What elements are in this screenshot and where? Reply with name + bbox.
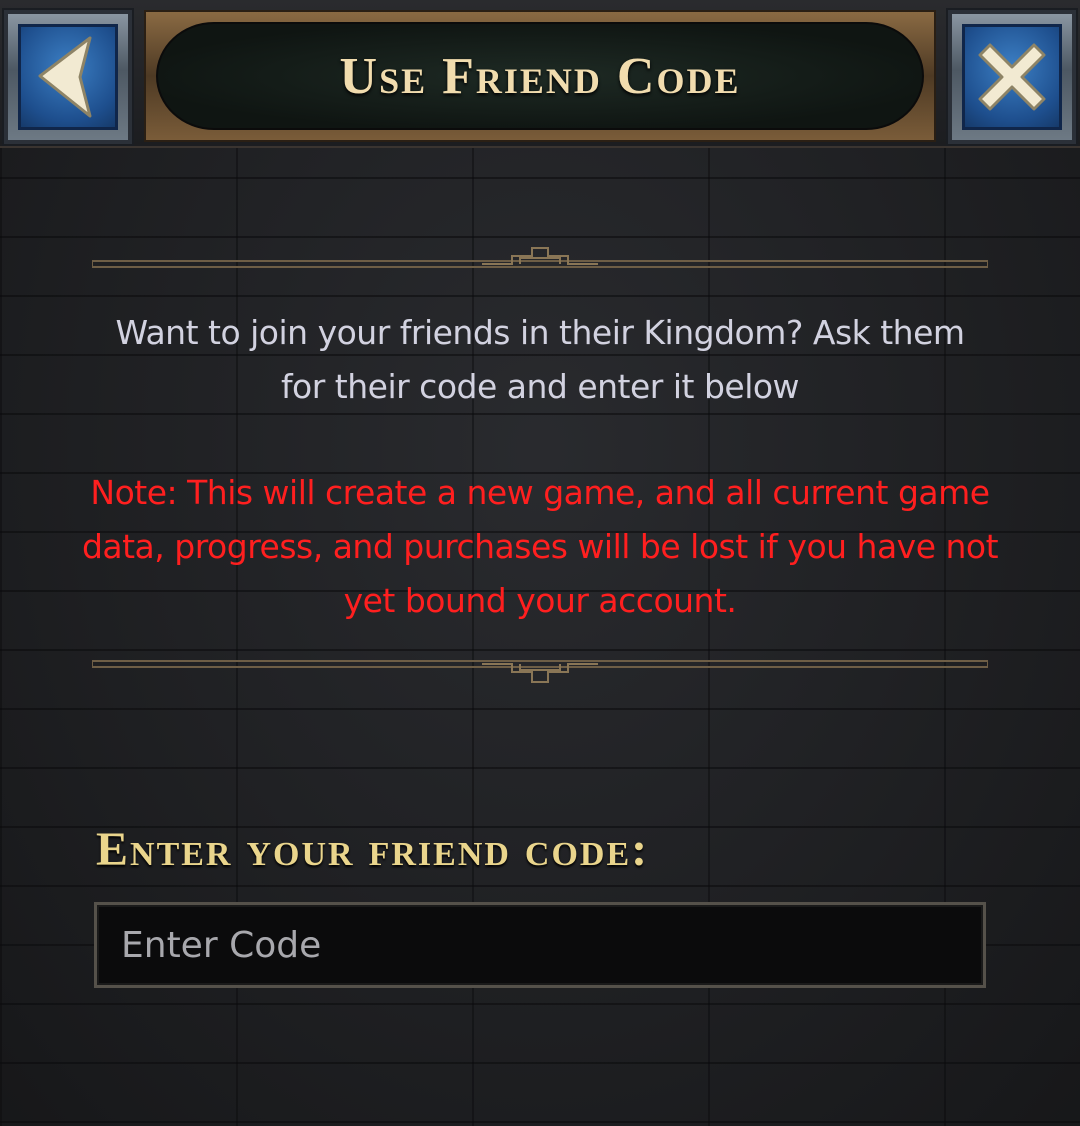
page-title: Use Friend Code [339, 47, 741, 105]
friend-code-label: Enter your friend code: [96, 823, 650, 876]
header-bar: Use Friend Code [0, 0, 1080, 148]
title-plate-inner: Use Friend Code [156, 22, 924, 130]
title-plate: Use Friend Code [144, 10, 936, 142]
top-ornament-divider [92, 244, 988, 284]
close-button-plate [962, 24, 1062, 130]
back-button-plate [18, 24, 118, 130]
join-description: Want to join your friends in their Kingd… [115, 313, 965, 406]
data-loss-warning: Note: This will create a new game, and a… [81, 473, 999, 620]
close-button[interactable] [946, 8, 1078, 146]
back-button[interactable] [2, 8, 134, 146]
bottom-ornament-divider [92, 646, 988, 686]
back-arrow-icon [38, 36, 92, 118]
close-x-icon [978, 43, 1046, 111]
friend-code-input[interactable] [94, 902, 986, 988]
